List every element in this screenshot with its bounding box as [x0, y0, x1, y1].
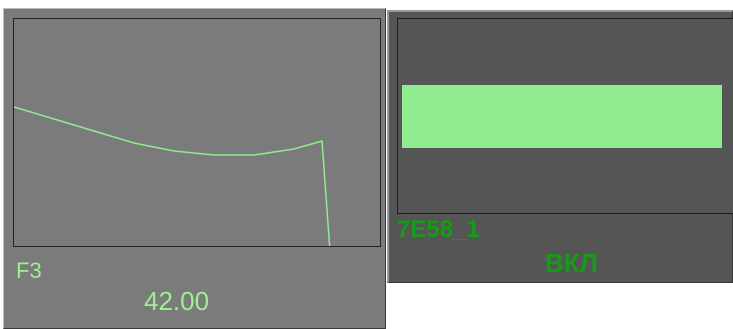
7e58-label: 7E58_1 [397, 216, 480, 243]
7e58-status-bar [402, 85, 722, 148]
f3-trend-panel: F3 42.00 [3, 8, 386, 329]
7e58-status-panel: 7E58_1 ВКЛ [387, 10, 733, 283]
f3-trend-line-svg [14, 106, 331, 246]
f3-trend-line [14, 106, 331, 246]
f3-trend-plot [13, 18, 381, 247]
f3-label: F3 [16, 258, 42, 283]
7e58-value: ВКЛ [545, 248, 598, 278]
f3-value: 42.00 [144, 286, 210, 316]
7e58-status-plot [397, 18, 733, 214]
